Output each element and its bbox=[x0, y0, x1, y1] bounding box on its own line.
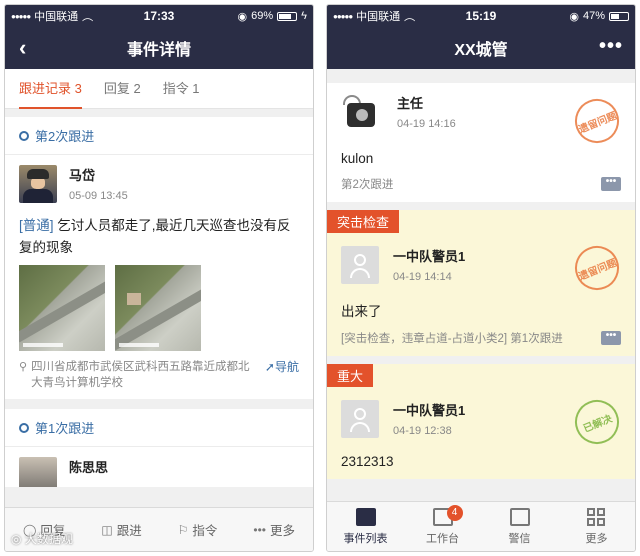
followup-author: 马岱 05-09 13:45 bbox=[19, 165, 299, 203]
category-tag: 突击检查 bbox=[327, 210, 400, 233]
card-body: kulon bbox=[341, 151, 374, 166]
card-body: 出来了 bbox=[341, 304, 382, 319]
nav-bar: ‹ 事件详情 bbox=[5, 27, 313, 69]
tab-label: 警信 bbox=[508, 532, 531, 545]
photo-thumbnail[interactable] bbox=[115, 265, 201, 351]
avatar[interactable] bbox=[19, 457, 57, 487]
avatar[interactable] bbox=[341, 246, 379, 284]
camera-icon: ◫ bbox=[101, 522, 113, 537]
ellipsis-icon: ••• bbox=[253, 522, 266, 537]
page-title: 事件详情 bbox=[126, 42, 191, 59]
card-more-button[interactable]: ••• bbox=[601, 177, 621, 191]
event-card[interactable]: 主任 04-19 14:16 遗留问题 kulon 第2次跟进 ••• bbox=[327, 83, 635, 202]
followup-text: 乞讨人员都走了,最近几天巡查也没有反复的现象 bbox=[19, 218, 291, 255]
command-button[interactable]: ⚐ 指令 bbox=[178, 520, 218, 539]
navigate-icon: ➚ bbox=[264, 360, 275, 374]
followup-content: [普通] 乞讨人员都走了,最近几天巡查也没有反复的现象 bbox=[19, 215, 299, 259]
watermark-logo-icon: ◎ bbox=[11, 532, 25, 546]
tab-workbench[interactable]: 4 工作台 bbox=[404, 502, 481, 551]
lock-rotation-icon: ◉ bbox=[237, 10, 248, 23]
battery-percent: 69% bbox=[251, 10, 274, 22]
event-card[interactable]: 突击检查 一中队警员1 04-19 14:14 遗留问题 出来了 [突击检查，违… bbox=[327, 210, 635, 356]
more-button[interactable]: ••• 更多 bbox=[253, 520, 295, 539]
event-card[interactable]: 重大 一中队警员1 04-19 12:38 已解决 2312313 bbox=[327, 364, 635, 479]
battery-icon bbox=[277, 11, 298, 21]
card-body: 2312313 bbox=[341, 454, 394, 469]
author-name: 陈思思 bbox=[69, 460, 109, 475]
avatar[interactable] bbox=[341, 93, 383, 135]
status-bar: ●●●●● 中国联通 ︵ 17:33 ◉ 69% ϟ bbox=[5, 5, 313, 27]
card-meta: [突击检查，违章占道-占道小类2] 第1次跟进 bbox=[341, 333, 563, 345]
nav-bar: XX城管 ••• bbox=[327, 27, 635, 69]
follow-label: 跟进 bbox=[116, 524, 142, 538]
status-bar: ●●●●● 中国联通 ︵ 15:19 ◉ 47% bbox=[327, 5, 635, 27]
event-feed: 主任 04-19 14:16 遗留问题 kulon 第2次跟进 ••• 突击检查… bbox=[327, 69, 635, 501]
followup-2-record: 马岱 05-09 13:45 [普通] 乞讨人员都走了,最近几天巡查也没有反复的… bbox=[5, 155, 313, 399]
back-button[interactable]: ‹ bbox=[19, 35, 26, 61]
tab-more[interactable]: 更多 bbox=[558, 502, 635, 551]
card-author: 一中队警员1 bbox=[393, 403, 466, 418]
battery-icon bbox=[609, 11, 629, 21]
document-list-icon bbox=[355, 507, 376, 526]
message-icon bbox=[509, 507, 530, 526]
location-address: 四川省成都市武侯区武科西五路靠近成都北大青鸟计算机学校 bbox=[31, 361, 250, 389]
card-date: 04-19 14:16 bbox=[397, 118, 456, 130]
tab-label: 事件列表 bbox=[343, 532, 388, 545]
lock-rotation-icon: ◉ bbox=[569, 10, 579, 23]
card-author: 主任 bbox=[397, 96, 424, 111]
priority-tag: [普通] bbox=[19, 218, 54, 233]
followup-1-record: 陈思思 bbox=[5, 447, 313, 487]
tab-followups[interactable]: 跟进记录 3 bbox=[19, 69, 82, 109]
followup-2-heading-label: 第2次跟进 bbox=[35, 129, 95, 144]
battery-percent: 47% bbox=[582, 10, 605, 22]
menu-button[interactable]: ••• bbox=[599, 35, 623, 58]
watermark: ◎ 大数据观 bbox=[11, 530, 73, 547]
more-label: 更多 bbox=[269, 524, 295, 538]
avatar[interactable] bbox=[19, 165, 57, 203]
card-more-button[interactable]: ••• bbox=[601, 331, 621, 345]
author-name: 马岱 bbox=[69, 168, 96, 183]
tab-alerts[interactable]: 警信 bbox=[481, 502, 558, 551]
follow-button[interactable]: ◫ 跟进 bbox=[101, 520, 141, 539]
page-title: XX城管 bbox=[454, 42, 508, 59]
tab-commands[interactable]: 指令 1 bbox=[163, 69, 200, 109]
card-date: 04-19 14:14 bbox=[393, 271, 452, 283]
tab-label: 更多 bbox=[585, 532, 608, 545]
navigate-link[interactable]: ➚导航 bbox=[265, 359, 299, 391]
card-date: 04-19 12:38 bbox=[393, 425, 452, 437]
ring-icon bbox=[19, 130, 29, 141]
charging-icon: ϟ bbox=[301, 10, 307, 22]
flag-icon: ⚐ bbox=[177, 522, 189, 537]
location-pin-icon: ⚲ bbox=[19, 361, 28, 373]
followup-1-heading-label: 第1次跟进 bbox=[35, 421, 95, 436]
grid-icon bbox=[586, 507, 607, 526]
tab-event-list[interactable]: 事件列表 bbox=[327, 502, 404, 551]
tab-replies[interactable]: 回复 2 bbox=[104, 69, 141, 109]
avatar[interactable] bbox=[341, 400, 379, 438]
location-row: ⚲ 四川省成都市武侯区武科西五路靠近成都北大青鸟计算机学校 ➚导航 bbox=[19, 359, 299, 391]
photo-list bbox=[19, 265, 299, 351]
navigate-label: 导航 bbox=[274, 360, 299, 374]
notification-badge: 4 bbox=[446, 505, 463, 521]
command-label: 指令 bbox=[192, 524, 218, 538]
bottom-tab-bar: 事件列表 4 工作台 警信 更多 bbox=[327, 501, 635, 551]
author-date: 05-09 13:45 bbox=[69, 190, 128, 202]
category-tag: 重大 bbox=[327, 364, 374, 387]
ring-icon bbox=[19, 422, 29, 433]
watermark-label: 大数据观 bbox=[24, 532, 73, 546]
followup-2-heading: 第2次跟进 bbox=[5, 117, 313, 155]
detail-tabs: 跟进记录 3 回复 2 指令 1 bbox=[5, 69, 313, 109]
event-list-screen: ●●●●● 中国联通 ︵ 15:19 ◉ 47% XX城管 ••• 主任 04-… bbox=[326, 4, 636, 552]
followup-1-heading: 第1次跟进 bbox=[5, 409, 313, 447]
tab-label: 工作台 bbox=[426, 532, 459, 545]
card-author: 一中队警员1 bbox=[393, 249, 466, 264]
card-meta: 第2次跟进 bbox=[341, 179, 394, 191]
photo-thumbnail[interactable] bbox=[19, 265, 105, 351]
event-detail-screen: ●●●●● 中国联通 ︵ 17:33 ◉ 69% ϟ ‹ 事件详情 跟进记录 3… bbox=[4, 4, 314, 552]
